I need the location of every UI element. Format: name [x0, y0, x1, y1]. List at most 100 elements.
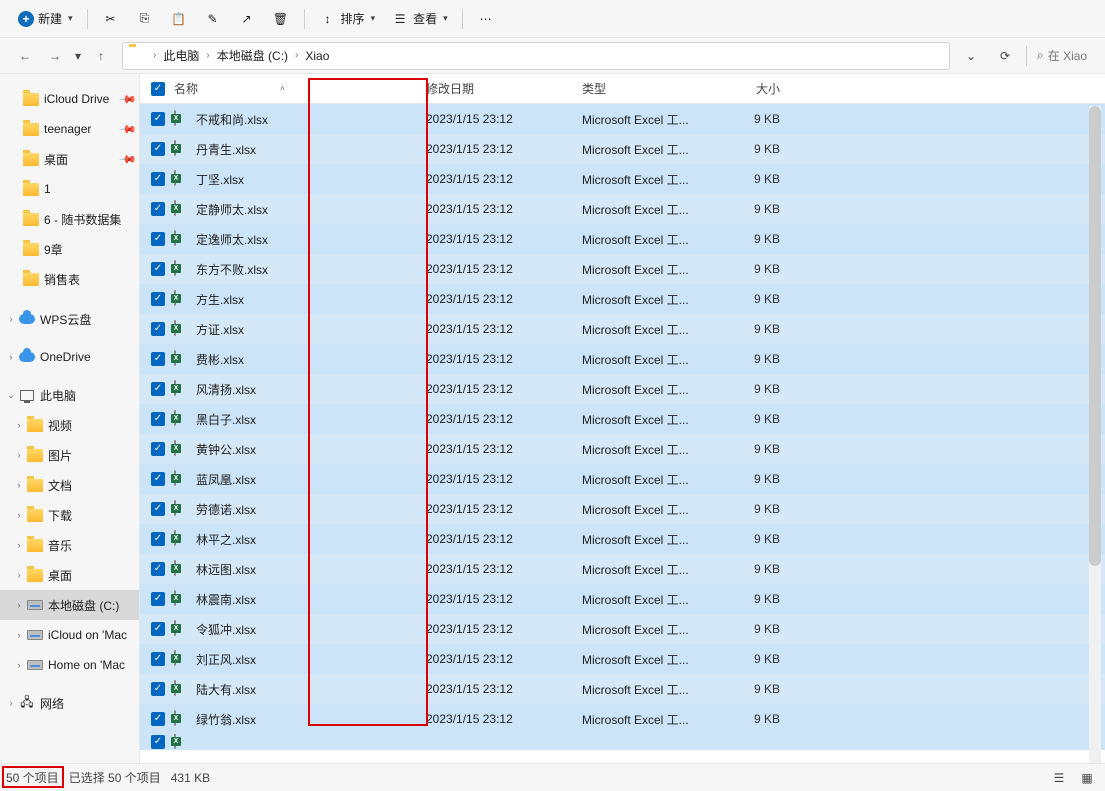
file-row[interactable]: 劳德诺.xlsx 2023/1/15 23:12 Microsoft Excel… — [140, 494, 1105, 524]
collapse-icon[interactable]: ⌄ — [4, 390, 18, 401]
more-button[interactable]: ⋯ — [469, 6, 503, 32]
sidebar-item[interactable]: 1 — [0, 174, 139, 204]
expand-icon[interactable]: › — [12, 660, 26, 670]
sidebar-item[interactable]: 桌面 📌 — [0, 144, 139, 174]
row-checkbox[interactable] — [148, 172, 168, 186]
file-name-cell[interactable]: 丁坚.xlsx — [168, 171, 426, 188]
new-button[interactable]: + 新建 ▾ — [10, 6, 81, 31]
expand-icon[interactable]: › — [12, 630, 26, 640]
file-name-cell[interactable]: 蓝凤凰.xlsx — [168, 471, 426, 488]
file-row[interactable]: 林远图.xlsx 2023/1/15 23:12 Microsoft Excel… — [140, 554, 1105, 584]
expand-icon[interactable]: › — [12, 510, 26, 520]
row-checkbox[interactable] — [148, 412, 168, 426]
row-checkbox[interactable] — [148, 292, 168, 306]
column-size[interactable]: 大小 — [714, 80, 788, 97]
expand-icon[interactable]: › — [12, 540, 26, 550]
sidebar-item[interactable]: › 下载 — [0, 500, 139, 530]
delete-button[interactable]: 🗑 — [264, 6, 298, 32]
cut-button[interactable]: ✂ — [94, 6, 128, 32]
file-row[interactable]: 定静师太.xlsx 2023/1/15 23:12 Microsoft Exce… — [140, 194, 1105, 224]
refresh-button[interactable]: ⟳ — [990, 42, 1020, 70]
file-name-cell[interactable]: 黑白子.xlsx — [168, 411, 426, 428]
file-name-cell[interactable]: 林远图.xlsx — [168, 561, 426, 578]
sidebar-item[interactable]: iCloud Drive 📌 — [0, 84, 139, 114]
column-type[interactable]: 类型 — [582, 80, 714, 97]
sidebar-item[interactable]: 销售表 — [0, 264, 139, 294]
scrollbar-thumb[interactable] — [1089, 106, 1101, 566]
expand-icon[interactable]: › — [12, 570, 26, 580]
file-name-cell[interactable]: 陆大有.xlsx — [168, 681, 426, 698]
sidebar-item[interactable]: › 视频 — [0, 410, 139, 440]
breadcrumb-part[interactable]: Xiao — [302, 49, 332, 63]
sidebar-item[interactable]: › 文档 — [0, 470, 139, 500]
file-name-cell[interactable]: 东方不败.xlsx — [168, 261, 426, 278]
file-row[interactable]: 林平之.xlsx 2023/1/15 23:12 Microsoft Excel… — [140, 524, 1105, 554]
sidebar-item[interactable]: 6 - 随书数据集 — [0, 204, 139, 234]
row-checkbox[interactable] — [148, 472, 168, 486]
file-name-cell[interactable]: 定静师太.xlsx — [168, 201, 426, 218]
file-row[interactable]: 林震南.xlsx 2023/1/15 23:12 Microsoft Excel… — [140, 584, 1105, 614]
file-name-cell[interactable]: 丹青生.xlsx — [168, 141, 426, 158]
column-name[interactable]: 名称˄ — [168, 80, 426, 97]
recent-button[interactable]: ▾ — [70, 42, 86, 70]
up-button[interactable]: ↑ — [86, 42, 116, 70]
row-checkbox[interactable] — [148, 532, 168, 546]
expand-icon[interactable]: › — [4, 314, 18, 324]
expand-icon[interactable]: › — [12, 420, 26, 430]
sidebar-item-thispc[interactable]: ⌄ 此电脑 — [0, 380, 139, 410]
details-view-button[interactable]: ☰ — [1047, 768, 1071, 788]
row-checkbox[interactable] — [148, 322, 168, 336]
row-checkbox[interactable] — [148, 232, 168, 246]
file-row[interactable]: 蓝凤凰.xlsx 2023/1/15 23:12 Microsoft Excel… — [140, 464, 1105, 494]
search-input[interactable]: ⌕ 在 Xiao — [1033, 42, 1095, 70]
file-name-cell[interactable]: 刘正风.xlsx — [168, 651, 426, 668]
file-row[interactable]: 风清扬.xlsx 2023/1/15 23:12 Microsoft Excel… — [140, 374, 1105, 404]
sidebar-item[interactable]: › 本地磁盘 (C:) — [0, 590, 139, 620]
file-name-cell[interactable]: 方证.xlsx — [168, 321, 426, 338]
file-row[interactable]: 陆大有.xlsx 2023/1/15 23:12 Microsoft Excel… — [140, 674, 1105, 704]
file-row[interactable]: 不戒和尚.xlsx 2023/1/15 23:12 Microsoft Exce… — [140, 104, 1105, 134]
sidebar-item[interactable]: › 图片 — [0, 440, 139, 470]
sidebar-item[interactable]: teenager 📌 — [0, 114, 139, 144]
paste-button[interactable]: 📋 — [162, 6, 196, 32]
sidebar-item[interactable]: › iCloud on 'Mac — [0, 620, 139, 650]
file-row[interactable]: 丁坚.xlsx 2023/1/15 23:12 Microsoft Excel … — [140, 164, 1105, 194]
file-row[interactable]: 东方不败.xlsx 2023/1/15 23:12 Microsoft Exce… — [140, 254, 1105, 284]
file-name-cell[interactable]: 林震南.xlsx — [168, 591, 426, 608]
icons-view-button[interactable]: ▦ — [1075, 768, 1099, 788]
row-checkbox[interactable] — [148, 442, 168, 456]
row-checkbox[interactable] — [148, 682, 168, 696]
file-row[interactable]: 方证.xlsx 2023/1/15 23:12 Microsoft Excel … — [140, 314, 1105, 344]
row-checkbox[interactable] — [148, 502, 168, 516]
row-checkbox[interactable] — [148, 622, 168, 636]
breadcrumb-part[interactable]: 此电脑 — [160, 47, 202, 64]
forward-button[interactable]: → — [40, 42, 70, 70]
file-row[interactable]: 黑白子.xlsx 2023/1/15 23:12 Microsoft Excel… — [140, 404, 1105, 434]
file-name-cell[interactable]: 定逸师太.xlsx — [168, 231, 426, 248]
row-checkbox[interactable] — [148, 352, 168, 366]
file-row[interactable]: 定逸师太.xlsx 2023/1/15 23:12 Microsoft Exce… — [140, 224, 1105, 254]
view-button[interactable]: ☰ 查看 ▾ — [383, 6, 456, 32]
sidebar-item-network[interactable]: › 🖧 网络 — [0, 688, 139, 718]
file-name-cell[interactable]: 劳德诺.xlsx — [168, 501, 426, 518]
sidebar-item[interactable]: › 桌面 — [0, 560, 139, 590]
file-row[interactable]: 刘正风.xlsx 2023/1/15 23:12 Microsoft Excel… — [140, 644, 1105, 674]
sidebar-item[interactable]: › 音乐 — [0, 530, 139, 560]
breadcrumb-dropdown[interactable]: ⌄ — [956, 42, 986, 70]
row-checkbox[interactable] — [148, 112, 168, 126]
file-name-cell[interactable]: 令狐冲.xlsx — [168, 621, 426, 638]
row-checkbox[interactable] — [148, 382, 168, 396]
share-button[interactable]: ↗ — [230, 6, 264, 32]
sidebar-item[interactable]: 9章 — [0, 234, 139, 264]
row-checkbox[interactable] — [148, 652, 168, 666]
sidebar-item[interactable]: › WPS云盘 — [0, 304, 139, 334]
file-row[interactable]: 令狐冲.xlsx 2023/1/15 23:12 Microsoft Excel… — [140, 614, 1105, 644]
expand-icon[interactable]: › — [12, 450, 26, 460]
file-row[interactable]: 丹青生.xlsx 2023/1/15 23:12 Microsoft Excel… — [140, 134, 1105, 164]
rename-button[interactable]: ✎ — [196, 6, 230, 32]
file-name-cell[interactable]: 风清扬.xlsx — [168, 381, 426, 398]
file-name-cell[interactable]: 不戒和尚.xlsx — [168, 111, 426, 128]
file-name-cell[interactable]: 黄钟公.xlsx — [168, 441, 426, 458]
expand-icon[interactable]: › — [4, 352, 18, 362]
sidebar-item[interactable]: › OneDrive — [0, 342, 139, 372]
